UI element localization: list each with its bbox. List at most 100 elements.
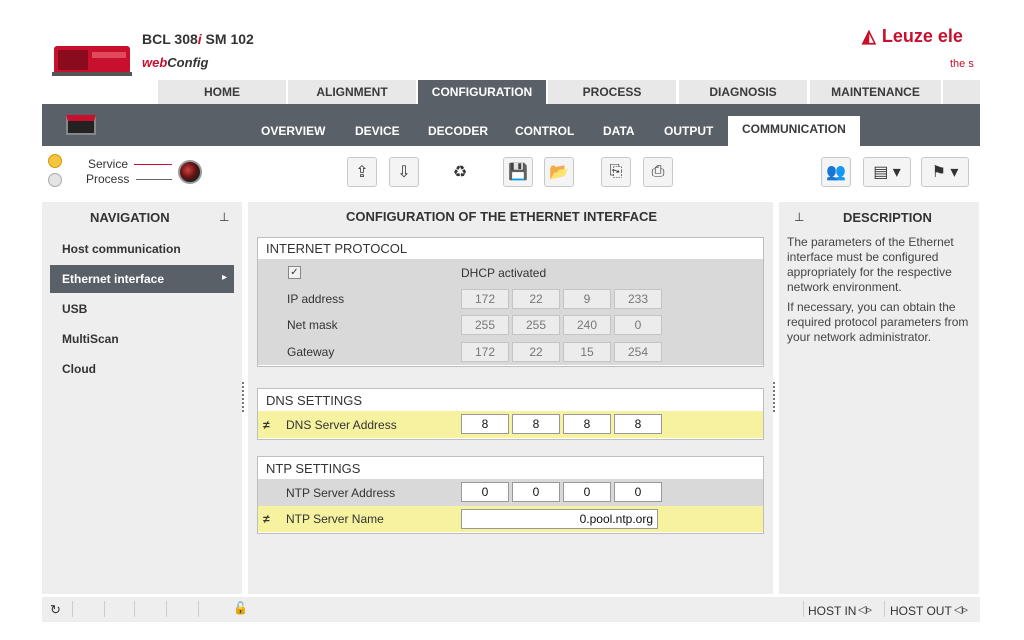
subtab-device[interactable]: DEVICE bbox=[355, 124, 400, 138]
center-title: CONFIGURATION OF THE ETHERNET INTERFACE bbox=[346, 209, 658, 224]
ntp-name-label: NTP Server Name bbox=[286, 512, 384, 526]
ntp-octet-3[interactable]: 0 bbox=[563, 482, 611, 502]
dhcp-checkbox[interactable]: ✓ bbox=[288, 266, 301, 279]
product-title: BCL 308i SM 102 bbox=[142, 31, 254, 47]
navigation-panel bbox=[42, 202, 242, 594]
subtab-decoder[interactable]: DECODER bbox=[428, 124, 488, 138]
dns-octet-4[interactable]: 8 bbox=[614, 414, 662, 434]
separator bbox=[166, 601, 167, 617]
mask-octet-1[interactable]: 255 bbox=[461, 315, 509, 335]
left-splitter-handle[interactable] bbox=[242, 382, 245, 412]
service-line bbox=[134, 164, 172, 165]
mask-octet-4[interactable]: 0 bbox=[614, 315, 662, 335]
gw-octet-3[interactable]: 15 bbox=[563, 342, 611, 362]
ntp-octet-1[interactable]: 0 bbox=[461, 482, 509, 502]
tab-diagnosis[interactable]: DIAGNOSIS bbox=[678, 80, 807, 104]
gw-octet-1[interactable]: 172 bbox=[461, 342, 509, 362]
print-icon[interactable]: ⎙ bbox=[643, 157, 673, 187]
description-title: DESCRIPTION bbox=[843, 210, 932, 225]
subtab-data[interactable]: DATA bbox=[603, 124, 635, 138]
service-mode-label[interactable]: Service bbox=[88, 157, 128, 171]
subtab-communication[interactable]: COMMUNICATION bbox=[728, 116, 860, 146]
separator bbox=[198, 601, 199, 617]
pin-icon[interactable]: ⊥ bbox=[794, 210, 804, 224]
host-out-label: HOST OUT bbox=[890, 604, 952, 618]
refresh-icon[interactable]: ↻ bbox=[50, 602, 61, 618]
ip-octet-1[interactable]: 172 bbox=[461, 289, 509, 309]
tab-spacer bbox=[942, 80, 980, 104]
ip-octet-3[interactable]: 9 bbox=[563, 289, 611, 309]
dns-octet-1[interactable]: 8 bbox=[461, 414, 509, 434]
unlock-icon[interactable]: 🔓 bbox=[233, 601, 248, 615]
ntp-name-input[interactable]: 0.pool.ntp.org bbox=[461, 509, 658, 529]
main-tabs: HOME ALIGNMENT CONFIGURATION PROCESS DIA… bbox=[42, 80, 980, 104]
process-line bbox=[136, 179, 172, 180]
device-monitor-icon bbox=[66, 115, 96, 135]
recycle-icon[interactable]: ♻ bbox=[445, 157, 475, 187]
subtab-overview[interactable]: OVERVIEW bbox=[261, 124, 325, 138]
description-paragraph-2: If necessary, you can obtain the require… bbox=[787, 300, 969, 344]
save-icon[interactable]: 💾 bbox=[503, 157, 533, 187]
dns-server-label: DNS Server Address bbox=[286, 418, 397, 432]
nav-item-usb[interactable]: USB bbox=[62, 302, 87, 316]
chevron-right-icon: ▸ bbox=[222, 272, 228, 283]
separator bbox=[104, 601, 105, 617]
dns-octet-3[interactable]: 8 bbox=[563, 414, 611, 434]
nav-item-multiscan[interactable]: MultiScan bbox=[62, 332, 119, 346]
process-mode-label[interactable]: Process bbox=[86, 172, 129, 186]
ip-octet-4[interactable]: 233 bbox=[614, 289, 662, 309]
load-icon[interactable]: 📂 bbox=[544, 157, 574, 187]
subtab-control[interactable]: CONTROL bbox=[515, 124, 574, 138]
gw-octet-4[interactable]: 254 bbox=[614, 342, 662, 362]
export-icon[interactable]: ⎘ bbox=[601, 157, 631, 187]
description-paragraph-1: The parameters of the Ethernet interface… bbox=[787, 235, 954, 294]
right-splitter-handle[interactable] bbox=[773, 382, 776, 412]
ip-address-label: IP address bbox=[287, 292, 345, 306]
mode-switch-knob-icon[interactable] bbox=[178, 160, 202, 184]
users-icon[interactable]: 👥 bbox=[821, 157, 851, 187]
modified-marker-icon: ≠ bbox=[263, 418, 270, 432]
nav-item-ethernet-interface[interactable]: Ethernet interface bbox=[62, 272, 164, 286]
pin-icon[interactable]: ⊥ bbox=[219, 210, 229, 224]
language-flag-icon[interactable]: ⚑ ▾ bbox=[921, 157, 969, 187]
host-out-speaker-icon: ◁▹ bbox=[954, 604, 968, 616]
app-name: webConfig bbox=[142, 55, 209, 70]
nav-item-cloud[interactable]: Cloud bbox=[62, 362, 96, 376]
modified-marker-icon: ≠ bbox=[263, 512, 270, 526]
gateway-label: Gateway bbox=[287, 345, 335, 359]
brand-tagline: the s bbox=[950, 58, 974, 70]
separator bbox=[803, 601, 804, 617]
upload-param-icon[interactable]: ⇪ bbox=[347, 157, 377, 187]
tab-process[interactable]: PROCESS bbox=[547, 80, 676, 104]
net-mask-label: Net mask bbox=[287, 318, 338, 332]
device-image bbox=[52, 46, 132, 76]
view-menu-icon[interactable]: ▤ ▾ bbox=[863, 157, 911, 187]
dns-octet-2[interactable]: 8 bbox=[512, 414, 560, 434]
tab-home[interactable]: HOME bbox=[157, 80, 286, 104]
process-led-icon bbox=[48, 173, 62, 187]
tab-maintenance[interactable]: MAINTENANCE bbox=[809, 80, 941, 104]
separator bbox=[134, 601, 135, 617]
internet-protocol-title: INTERNET PROTOCOL bbox=[266, 241, 408, 256]
ntp-address-label: NTP Server Address bbox=[286, 486, 396, 500]
ntp-octet-2[interactable]: 0 bbox=[512, 482, 560, 502]
mask-octet-2[interactable]: 255 bbox=[512, 315, 560, 335]
subtab-output[interactable]: OUTPUT bbox=[664, 124, 713, 138]
dhcp-label: DHCP activated bbox=[461, 266, 547, 280]
brand-logo: ◭ Leuze ele bbox=[862, 26, 963, 46]
ip-octet-2[interactable]: 22 bbox=[512, 289, 560, 309]
mask-octet-3[interactable]: 240 bbox=[563, 315, 611, 335]
tab-configuration[interactable]: CONFIGURATION bbox=[417, 80, 546, 104]
separator bbox=[884, 601, 885, 617]
tab-alignment[interactable]: ALIGNMENT bbox=[287, 80, 416, 104]
ntp-octet-4[interactable]: 0 bbox=[614, 482, 662, 502]
dns-title: DNS SETTINGS bbox=[266, 393, 363, 408]
separator bbox=[72, 601, 73, 617]
nav-item-host-communication[interactable]: Host communication bbox=[62, 242, 181, 256]
download-param-icon[interactable]: ⇩ bbox=[389, 157, 419, 187]
host-in-speaker-icon: ◁▹ bbox=[858, 604, 872, 616]
host-in-label: HOST IN bbox=[808, 604, 857, 618]
gw-octet-2[interactable]: 22 bbox=[512, 342, 560, 362]
navigation-title: NAVIGATION bbox=[90, 210, 170, 225]
ntp-title: NTP SETTINGS bbox=[266, 461, 361, 476]
